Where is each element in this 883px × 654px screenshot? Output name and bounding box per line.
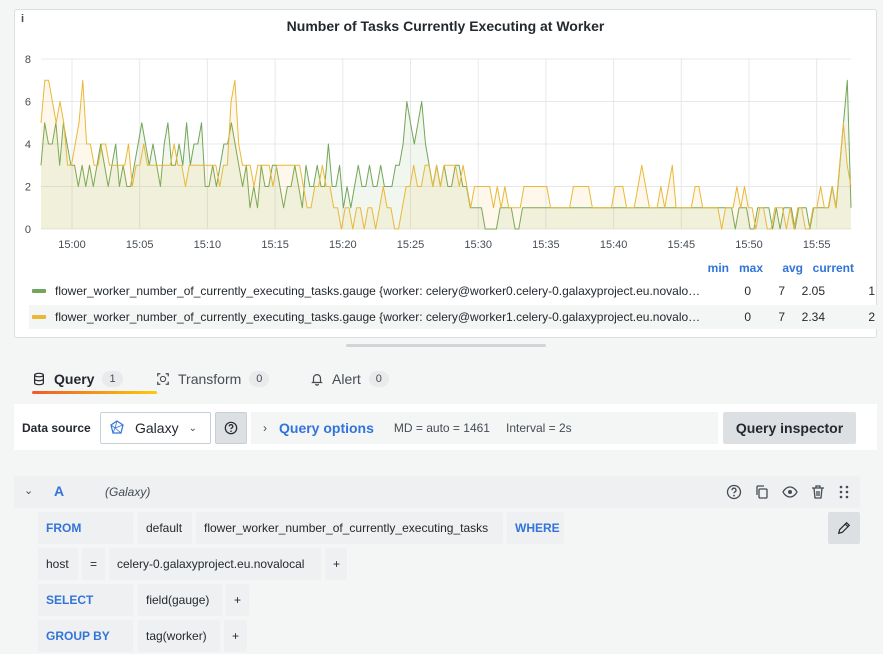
legend-current: 2 <box>868 310 875 324</box>
group-by-tag-segment[interactable]: tag(worker) <box>138 620 220 652</box>
x-axis: 15:00 15:05 15:10 15:15 15:20 15:25 15:30 15:35… <box>58 239 830 251</box>
legend-series-name[interactable]: flower_worker_number_of_currently_execut… <box>55 284 701 298</box>
select-field-segment[interactable]: field(gauge) <box>138 584 222 616</box>
tab-transform[interactable]: Transform 0 <box>156 362 270 396</box>
collapse-chevron-icon[interactable]: ⌄ <box>24 484 33 497</box>
row-filler <box>250 620 828 652</box>
question-circle-icon[interactable] <box>726 484 742 500</box>
query-datasource-name: (Galaxy) <box>105 485 151 499</box>
x-tick-label: 15:55 <box>803 239 831 251</box>
tab-query[interactable]: Query 1 <box>32 362 157 396</box>
legend-row[interactable]: flower_worker_number_of_currently_execut… <box>29 305 878 329</box>
legend-min: 0 <box>744 310 751 324</box>
drag-handle-icon[interactable] <box>836 484 852 500</box>
legend-header-max[interactable]: max <box>733 261 763 275</box>
legend-min: 0 <box>744 284 751 298</box>
retention-policy-segment[interactable]: default <box>138 512 192 544</box>
tab-count-badge: 0 <box>249 371 270 387</box>
row-filler <box>350 548 828 580</box>
legend-avg: 2.34 <box>801 310 825 324</box>
query-toolbar: Data source Galaxy ⌄ › Query options MD … <box>14 404 877 450</box>
add-condition-button[interactable]: + <box>325 548 347 580</box>
y-tick-label: 4 <box>25 139 31 151</box>
pane-resize-handle[interactable] <box>346 344 546 347</box>
where-keyword: WHERE <box>507 512 564 544</box>
query-inspector-button[interactable]: Query inspector <box>723 412 856 444</box>
line-chart: 0 2 4 6 8 15:00 15:05 15:10 15:15 15:20 15:25 15:3… <box>25 54 852 251</box>
y-tick-label: 6 <box>25 97 31 109</box>
add-select-button[interactable]: + <box>226 584 249 616</box>
legend-header-current[interactable]: current <box>809 261 854 275</box>
chevron-down-icon: ⌄ <box>188 422 197 434</box>
y-tick-label: 2 <box>25 182 31 194</box>
legend-max: 7 <box>778 310 785 324</box>
bell-icon <box>311 374 323 386</box>
legend-current: 1 <box>868 284 875 298</box>
tag-operator-segment[interactable]: = <box>82 548 105 580</box>
series-area <box>41 80 851 229</box>
measurement-segment[interactable]: flower_worker_number_of_currently_execut… <box>196 512 503 544</box>
legend-row[interactable]: flower_worker_number_of_currently_execut… <box>29 279 878 303</box>
tab-label: Transform <box>178 371 242 387</box>
legend-series-name[interactable]: flower_worker_number_of_currently_execut… <box>55 310 701 324</box>
x-tick-label: 15:00 <box>58 239 86 251</box>
x-tick-label: 15:25 <box>397 239 425 251</box>
datasource-help-button[interactable] <box>215 412 247 444</box>
query-options-label: Query options <box>279 420 374 436</box>
min-interval: Interval = 2s <box>505 421 572 435</box>
datasource-label: Data source <box>22 421 91 435</box>
x-tick-label: 15:20 <box>329 239 357 251</box>
chevron-right-icon: › <box>263 421 267 435</box>
tag-key-segment[interactable]: host <box>38 548 78 580</box>
chart-series <box>40 79 852 230</box>
x-tick-label: 15:15 <box>261 239 289 251</box>
from-keyword: FROM <box>38 512 133 544</box>
y-axis: 0 2 4 6 8 <box>25 54 31 236</box>
x-tick-label: 15:10 <box>194 239 222 251</box>
legend-max: 7 <box>778 284 785 298</box>
x-tick-label: 15:35 <box>532 239 560 251</box>
add-group-by-button[interactable]: + <box>224 620 247 652</box>
tab-label: Query <box>54 371 95 387</box>
legend-header-avg[interactable]: avg <box>773 261 803 275</box>
y-tick-label: 0 <box>25 224 31 236</box>
group-by-keyword: GROUP BY <box>38 620 133 652</box>
tab-count-badge: 1 <box>102 371 123 387</box>
y-tick-label: 8 <box>25 54 31 66</box>
x-tick-label: 15:50 <box>735 239 763 251</box>
row-filler <box>253 584 828 616</box>
series-color-swatch[interactable] <box>32 289 46 293</box>
legend-avg: 2.05 <box>801 284 825 298</box>
query-row-header: ⌄ A (Galaxy) <box>14 476 860 508</box>
trash-icon[interactable] <box>810 484 826 500</box>
graph-panel: i Number of Tasks Currently Executing at… <box>14 9 878 338</box>
x-tick-label: 15:05 <box>126 239 154 251</box>
x-tick-label: 15:45 <box>668 239 696 251</box>
query-ref-id[interactable]: A <box>54 483 64 499</box>
tab-count-badge: 0 <box>368 371 389 387</box>
series-color-swatch[interactable] <box>32 315 46 319</box>
query-options-toggle[interactable]: › Query options MD = auto = 1461 Interva… <box>251 412 718 444</box>
x-tick-label: 15:40 <box>600 239 628 251</box>
max-data-points: MD = auto = 1461 <box>393 421 490 435</box>
tab-label: Alert <box>332 371 361 387</box>
eye-icon[interactable] <box>782 484 798 500</box>
question-circle-icon <box>224 421 238 435</box>
legend-header-min[interactable]: min <box>699 261 729 275</box>
select-keyword: SELECT <box>38 584 133 616</box>
datasource-picker[interactable]: Galaxy ⌄ <box>100 412 211 444</box>
duplicate-icon[interactable] <box>754 484 770 500</box>
pencil-icon <box>837 521 851 535</box>
datasource-value: Galaxy <box>135 420 179 436</box>
database-icon <box>34 372 44 386</box>
tag-value-segment[interactable]: celery-0.galaxyproject.eu.novalocal <box>109 548 321 580</box>
x-tick-label: 15:30 <box>464 239 492 251</box>
transform-icon <box>157 373 169 385</box>
toggle-raw-query-button[interactable] <box>828 512 860 544</box>
influxdb-icon <box>110 420 124 434</box>
active-tab-indicator <box>32 391 157 394</box>
tab-alert[interactable]: Alert 0 <box>310 362 389 396</box>
